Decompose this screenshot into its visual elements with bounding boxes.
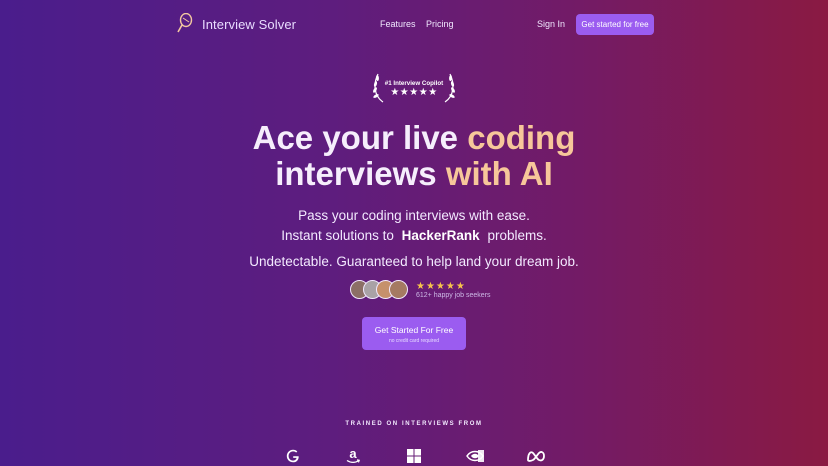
seekers-count: 612+ happy job seekers [416,291,491,299]
hero-line2-text: interviews [275,154,446,192]
sign-in-link[interactable]: Sign In [537,19,565,29]
get-started-nav-button[interactable]: Get started for free [576,14,654,35]
hackerrank-logo: HackerRank [401,227,480,243]
brand-logo[interactable]: Interview Solver [176,13,296,35]
subtitle-suffix: problems. [487,227,547,243]
top-nav: Interview Solver Features Pricing Sign I… [0,0,828,48]
svg-text:a: a [349,447,357,461]
laurel-right-icon [444,73,455,103]
tagline: Undetectable. Guaranteed to help land yo… [249,254,579,269]
nav-link-features[interactable]: Features [380,19,416,29]
nav-link-pricing[interactable]: Pricing [426,19,454,29]
hero-line2-accent: with AI [445,154,553,192]
subtitle-line1: Pass your coding interviews with ease. [298,208,530,223]
hero-heading: Ace your live coding interviews with AI [0,120,828,191]
avatar-group [350,280,408,299]
cta-label: Get Started For Free [374,325,454,335]
award-badge: #1 Interview Copilot ★★★★★ [372,72,456,104]
rating-block: ★★★★★ 612+ happy job seekers [416,281,491,299]
cta-sublabel: no credit card required [388,338,440,344]
subtitle-prefix: Instant solutions to [281,227,394,243]
microphone-icon [177,13,193,33]
subtitle-line2: Instant solutions to HackerRank problems… [0,226,828,246]
hero-line1-accent: coding [467,119,576,156]
meta-icon [525,446,547,466]
get-started-button[interactable]: Get Started For Free no credit card requ… [362,317,466,350]
amazon-icon: a [344,446,362,466]
nvidia-icon [464,446,486,466]
social-proof: ★★★★★ 612+ happy job seekers [350,280,491,299]
hero-line1-text: Ace your live [252,119,468,156]
hero-subtitle: Pass your coding interviews with ease. I… [0,206,828,245]
google-icon [284,446,302,466]
avatar [389,280,408,299]
rating-stars: ★★★★★ [416,280,466,292]
brand-name: Interview Solver [202,16,297,32]
trained-on-label: TRAINED ON INTERVIEWS FROM [345,421,483,427]
microsoft-icon [405,446,423,466]
